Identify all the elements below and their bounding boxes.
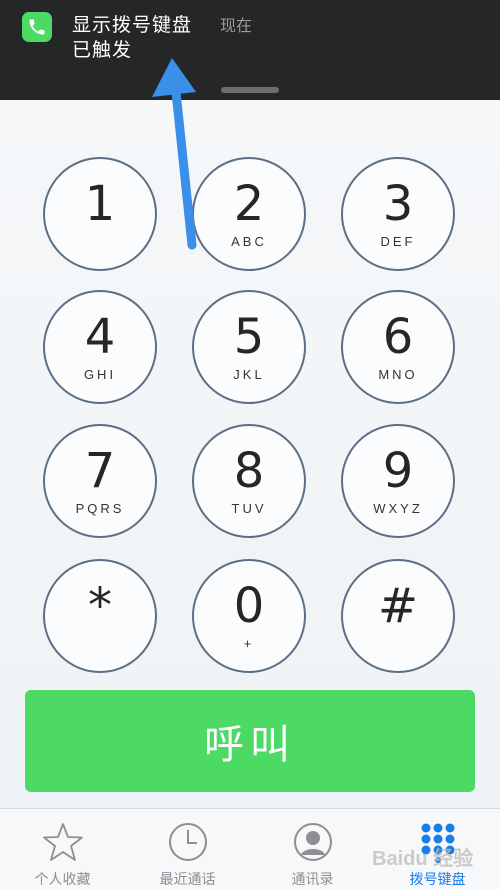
key-digit: # [377,578,419,634]
key-digit: 5 [233,309,265,365]
key-hash[interactable]: # [341,559,455,673]
key-7[interactable]: 7 PQRS [43,424,157,538]
watermark: Baidu 经验 [372,848,474,870]
banner-grabber[interactable] [221,87,279,93]
key-8[interactable]: 8 TUV [192,424,306,538]
tab-favorites[interactable]: 个人收藏 [0,809,125,889]
key-digit: 2 [233,176,265,232]
clock-icon [166,821,210,863]
key-digit: 9 [382,443,414,499]
tab-label: 拨号键盘 [409,872,466,888]
key-3[interactable]: 3 DEF [341,157,455,271]
key-digit: 7 [84,443,116,499]
key-letters: GHI [83,367,117,382]
key-letters: + [243,636,255,651]
key-letters: DEF [380,234,416,249]
key-letters: WXYZ [373,501,423,516]
tab-label: 最近通话 [159,872,216,888]
key-digit: 6 [382,309,414,365]
notification-subtitle: 已触发 [72,39,133,61]
key-star[interactable]: * [43,559,157,673]
notification-banner[interactable]: 显示拨号键盘 现在 已触发 [0,0,500,100]
key-digit: * [88,578,112,634]
key-digit: 3 [382,176,414,232]
key-letters: JKL [233,367,265,382]
key-letters: TUV [231,501,267,516]
star-icon [41,821,85,863]
tab-recents[interactable]: 最近通话 [125,809,250,889]
key-letters: MNO [378,367,418,382]
key-0[interactable]: 0 + [192,559,306,673]
key-digit: 8 [233,443,265,499]
key-digit: 4 [84,309,116,365]
key-digit: 1 [84,176,116,232]
contact-icon [291,821,335,863]
notification-time: 现在 [220,16,253,35]
tab-label: 通讯录 [291,872,334,888]
key-2[interactable]: 2 ABC [192,157,306,271]
key-9[interactable]: 9 WXYZ [341,424,455,538]
tab-label: 个人收藏 [34,872,91,888]
notification-title: 显示拨号键盘 [72,14,193,36]
call-button[interactable]: 呼叫 [25,690,475,792]
key-digit: 0 [233,578,265,634]
key-letters: ABC [231,234,267,249]
key-letters: PQRS [75,501,125,516]
key-6[interactable]: 6 MNO [341,290,455,404]
phone-icon [22,12,52,42]
tab-contacts[interactable]: 通讯录 [250,809,375,889]
key-4[interactable]: 4 GHI [43,290,157,404]
call-button-label: 呼叫 [204,722,296,768]
key-1[interactable]: 1 [43,157,157,271]
key-5[interactable]: 5 JKL [192,290,306,404]
